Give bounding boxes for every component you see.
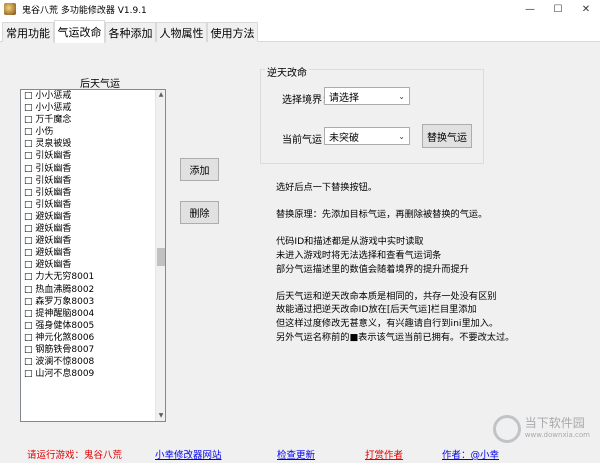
list-item[interactable]: □ 强身健体8005 — [21, 320, 165, 332]
close-button[interactable]: ✕ — [572, 0, 600, 18]
list-item[interactable]: □ 山河不息8009 — [21, 368, 165, 380]
list-scrollbar[interactable]: ▲ ▼ — [155, 90, 165, 421]
current-fortune-label: 当前气运 — [282, 135, 322, 146]
info-line: 故能通过把逆天改命ID放在[后天气运]栏目里添加 — [276, 304, 477, 316]
list-item[interactable]: □ 避妖幽香 — [21, 211, 165, 223]
chevron-down-icon: ⌄ — [398, 132, 405, 141]
list-item[interactable]: □ 热血沸腾8002 — [21, 284, 165, 296]
fortune-panel: 后天气运 □ 小小惩戒 □ 小小惩戒 □ 万千魔念 □ 小伤 □ 灵泉被毁 □ 引妖幽香 □… — [0, 42, 600, 437]
tab-strip: 常用功能 气运改命 各种添加 人物属性 使用方法 — [0, 20, 600, 43]
tab-usage[interactable]: 使用方法 — [207, 22, 258, 42]
list-item[interactable]: □ 力大无穷8001 — [21, 271, 165, 283]
list-item[interactable]: □ 小伤 — [21, 126, 165, 138]
app-icon — [4, 3, 16, 15]
donate-link[interactable]: 打赏作者 — [365, 447, 403, 461]
list-item[interactable]: □ 引妖幽香 — [21, 163, 165, 175]
info-line: 未进入游戏时将无法选择和查看气运词条 — [276, 250, 442, 261]
run-game-text: 请运行游戏：鬼谷八荒 — [27, 450, 123, 461]
list-item[interactable]: □ 引妖幽香 — [21, 187, 165, 199]
list-item[interactable]: □ 波澜不惊8008 — [21, 356, 165, 368]
info-line: 选好后点一下替换按钮。 — [276, 182, 378, 193]
list-item[interactable]: □ 引妖幽香 — [21, 150, 165, 162]
realm-select[interactable]: 请选择 ⌄ — [324, 87, 410, 105]
fate-group-title: 逆天改命 — [265, 64, 309, 79]
list-item[interactable]: □ 避妖幽香 — [21, 223, 165, 235]
list-item[interactable]: □ 小小惩戒 — [21, 90, 165, 102]
watermark-url: www.downxia.com — [524, 431, 590, 439]
tab-fortune[interactable]: 气运改命 — [54, 20, 105, 43]
list-item[interactable]: □ 神元化煞8006 — [21, 332, 165, 344]
list-item[interactable]: □ 避妖幽香 — [21, 235, 165, 247]
fortune-select-value: 未突破 — [329, 132, 359, 144]
maximize-button[interactable]: ☐ — [544, 0, 572, 18]
list-item[interactable]: □ 小小惩戒 — [21, 102, 165, 114]
fate-groupbox — [260, 69, 484, 164]
list-item[interactable]: □ 引妖幽香 — [21, 199, 165, 211]
add-button[interactable]: 添加 — [180, 158, 219, 181]
info-line: 代码ID和描述都是从游戏中实时读取 — [276, 236, 424, 248]
scroll-up-icon[interactable]: ▲ — [156, 90, 165, 100]
watermark-logo-icon — [492, 415, 521, 443]
delete-button[interactable]: 删除 — [180, 201, 219, 224]
check-update-link[interactable]: 检查更新 — [277, 447, 315, 461]
list-item[interactable]: □ 避妖幽香 — [21, 247, 165, 259]
tab-add[interactable]: 各种添加 — [105, 22, 156, 42]
watermark: 当下软件园 www.downxia.com — [492, 415, 590, 443]
title-bar: 鬼谷八荒 多功能修改器 V1.9.1 — ☐ ✕ — [0, 0, 600, 18]
realm-select-value: 请选择 — [329, 92, 359, 104]
list-item[interactable]: □ 避妖幽香 — [21, 259, 165, 271]
scroll-down-icon[interactable]: ▼ — [156, 411, 165, 421]
tab-attributes[interactable]: 人物属性 — [156, 22, 207, 42]
chevron-down-icon: ⌄ — [398, 92, 405, 101]
acquired-fortune-title: 后天气运 — [80, 79, 120, 90]
author-link[interactable]: 作者：@小幸 — [442, 447, 499, 461]
scroll-thumb[interactable] — [157, 248, 165, 266]
list-item[interactable]: □ 森罗万象8003 — [21, 296, 165, 308]
list-item[interactable]: □ 灵泉被毁 — [21, 138, 165, 150]
list-item[interactable]: □ 提神醒脑8004 — [21, 308, 165, 320]
list-item[interactable]: □ 万千魔念 — [21, 114, 165, 126]
watermark-name: 当下软件园 — [524, 416, 585, 430]
site-link[interactable]: 小幸修改器网站 — [155, 447, 222, 461]
replace-fortune-button[interactable]: 替换气运 — [422, 124, 472, 148]
info-line: 后天气运和逆天改命本质是相同的，共存一处没有区别 — [276, 290, 497, 302]
tab-common[interactable]: 常用功能 — [2, 22, 54, 42]
info-line: 部分气运描述里的数值会随着境界的提升而提升 — [276, 263, 469, 275]
minimize-button[interactable]: — — [516, 0, 544, 18]
fortune-listbox[interactable]: □ 小小惩戒 □ 小小惩戒 □ 万千魔念 □ 小伤 □ 灵泉被毁 □ 引妖幽香 □ 引妖幽香… — [20, 89, 166, 422]
info-line: 另外气运名称前的■表示该气运当前已拥有。不要改太过。 — [276, 331, 515, 343]
list-item[interactable]: □ 引妖幽香 — [21, 175, 165, 187]
fortune-select[interactable]: 未突破 ⌄ — [324, 127, 410, 145]
info-line: 但这样过度修改无甚意义，有兴趣请自行到ini里加入。 — [276, 318, 499, 329]
window-title: 鬼谷八荒 多功能修改器 V1.9.1 — [22, 5, 147, 16]
list-item[interactable]: □ 钢筋铁骨8007 — [21, 344, 165, 356]
info-line: 替换原理：先添加目标气运，再删除被替换的气运。 — [276, 209, 488, 221]
